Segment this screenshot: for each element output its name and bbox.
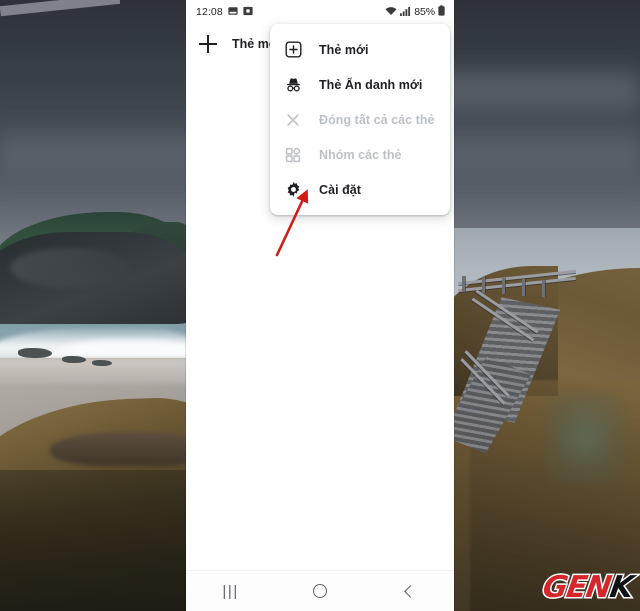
boardwalk-post	[502, 278, 505, 294]
settings-gear-icon	[284, 181, 302, 199]
wifi-icon	[385, 6, 397, 19]
recents-icon: |||	[222, 582, 239, 600]
status-bar-right: 85%	[385, 5, 445, 19]
boardwalk-post	[522, 279, 525, 296]
battery-icon	[438, 5, 445, 19]
menu-item-new-tab[interactable]: Thẻ mới	[270, 32, 450, 67]
foreground-hill-erosion	[50, 432, 200, 466]
screenshot-icon	[228, 6, 238, 19]
menu-item-close-all-tabs[interactable]: Đóng tất cả các thẻ	[270, 102, 450, 137]
recents-button[interactable]: |||	[206, 571, 256, 611]
group-tabs-icon	[284, 146, 302, 164]
menu-item-group-tabs[interactable]: Nhóm các thẻ	[270, 137, 450, 172]
back-button[interactable]	[384, 571, 434, 611]
calendar-icon	[243, 6, 253, 19]
menu-item-label: Thẻ mới	[319, 42, 369, 57]
genk-logo-red: GEN	[538, 569, 614, 607]
new-tab-icon	[284, 41, 302, 59]
status-bar-left: 12:08	[196, 6, 253, 19]
hillside-moss-patch	[545, 390, 625, 485]
home-button[interactable]	[295, 571, 345, 611]
overflow-menu: Thẻ mới Thẻ Ẩn danh mới Đóng tất cả các …	[270, 24, 450, 215]
plus-icon[interactable]	[198, 34, 218, 54]
back-chevron-icon	[404, 584, 418, 598]
menu-item-settings[interactable]: Cài đặt	[270, 172, 450, 207]
menu-item-label: Đóng tất cả các thẻ	[319, 112, 435, 127]
incognito-icon	[284, 76, 302, 94]
phone-screenshot: 12:08 85% Thẻ mới Thẻ mới Thẻ Ẩn danh mớ…	[186, 0, 454, 611]
home-circle-icon	[312, 584, 327, 598]
status-bar: 12:08 85%	[186, 0, 454, 24]
genk-watermark: GENK	[538, 569, 636, 607]
shore-rock	[18, 348, 52, 358]
boardwalk-post	[462, 276, 465, 292]
boardwalk-post	[542, 280, 545, 297]
boardwalk-post	[482, 277, 485, 293]
close-icon	[284, 111, 302, 129]
menu-item-label: Cài đặt	[319, 182, 362, 197]
shore-rock	[62, 356, 86, 363]
android-navigation-bar: |||	[186, 570, 454, 611]
menu-item-label: Nhóm các thẻ	[319, 147, 402, 162]
status-clock: 12:08	[196, 6, 223, 18]
menu-item-label: Thẻ Ẩn danh mới	[319, 77, 423, 92]
menu-item-new-incognito-tab[interactable]: Thẻ Ẩn danh mới	[270, 67, 450, 102]
shore-rock	[92, 360, 112, 366]
signal-icon	[400, 6, 411, 19]
battery-percent: 85%	[414, 6, 435, 18]
rocky-cliff-light	[10, 248, 130, 288]
